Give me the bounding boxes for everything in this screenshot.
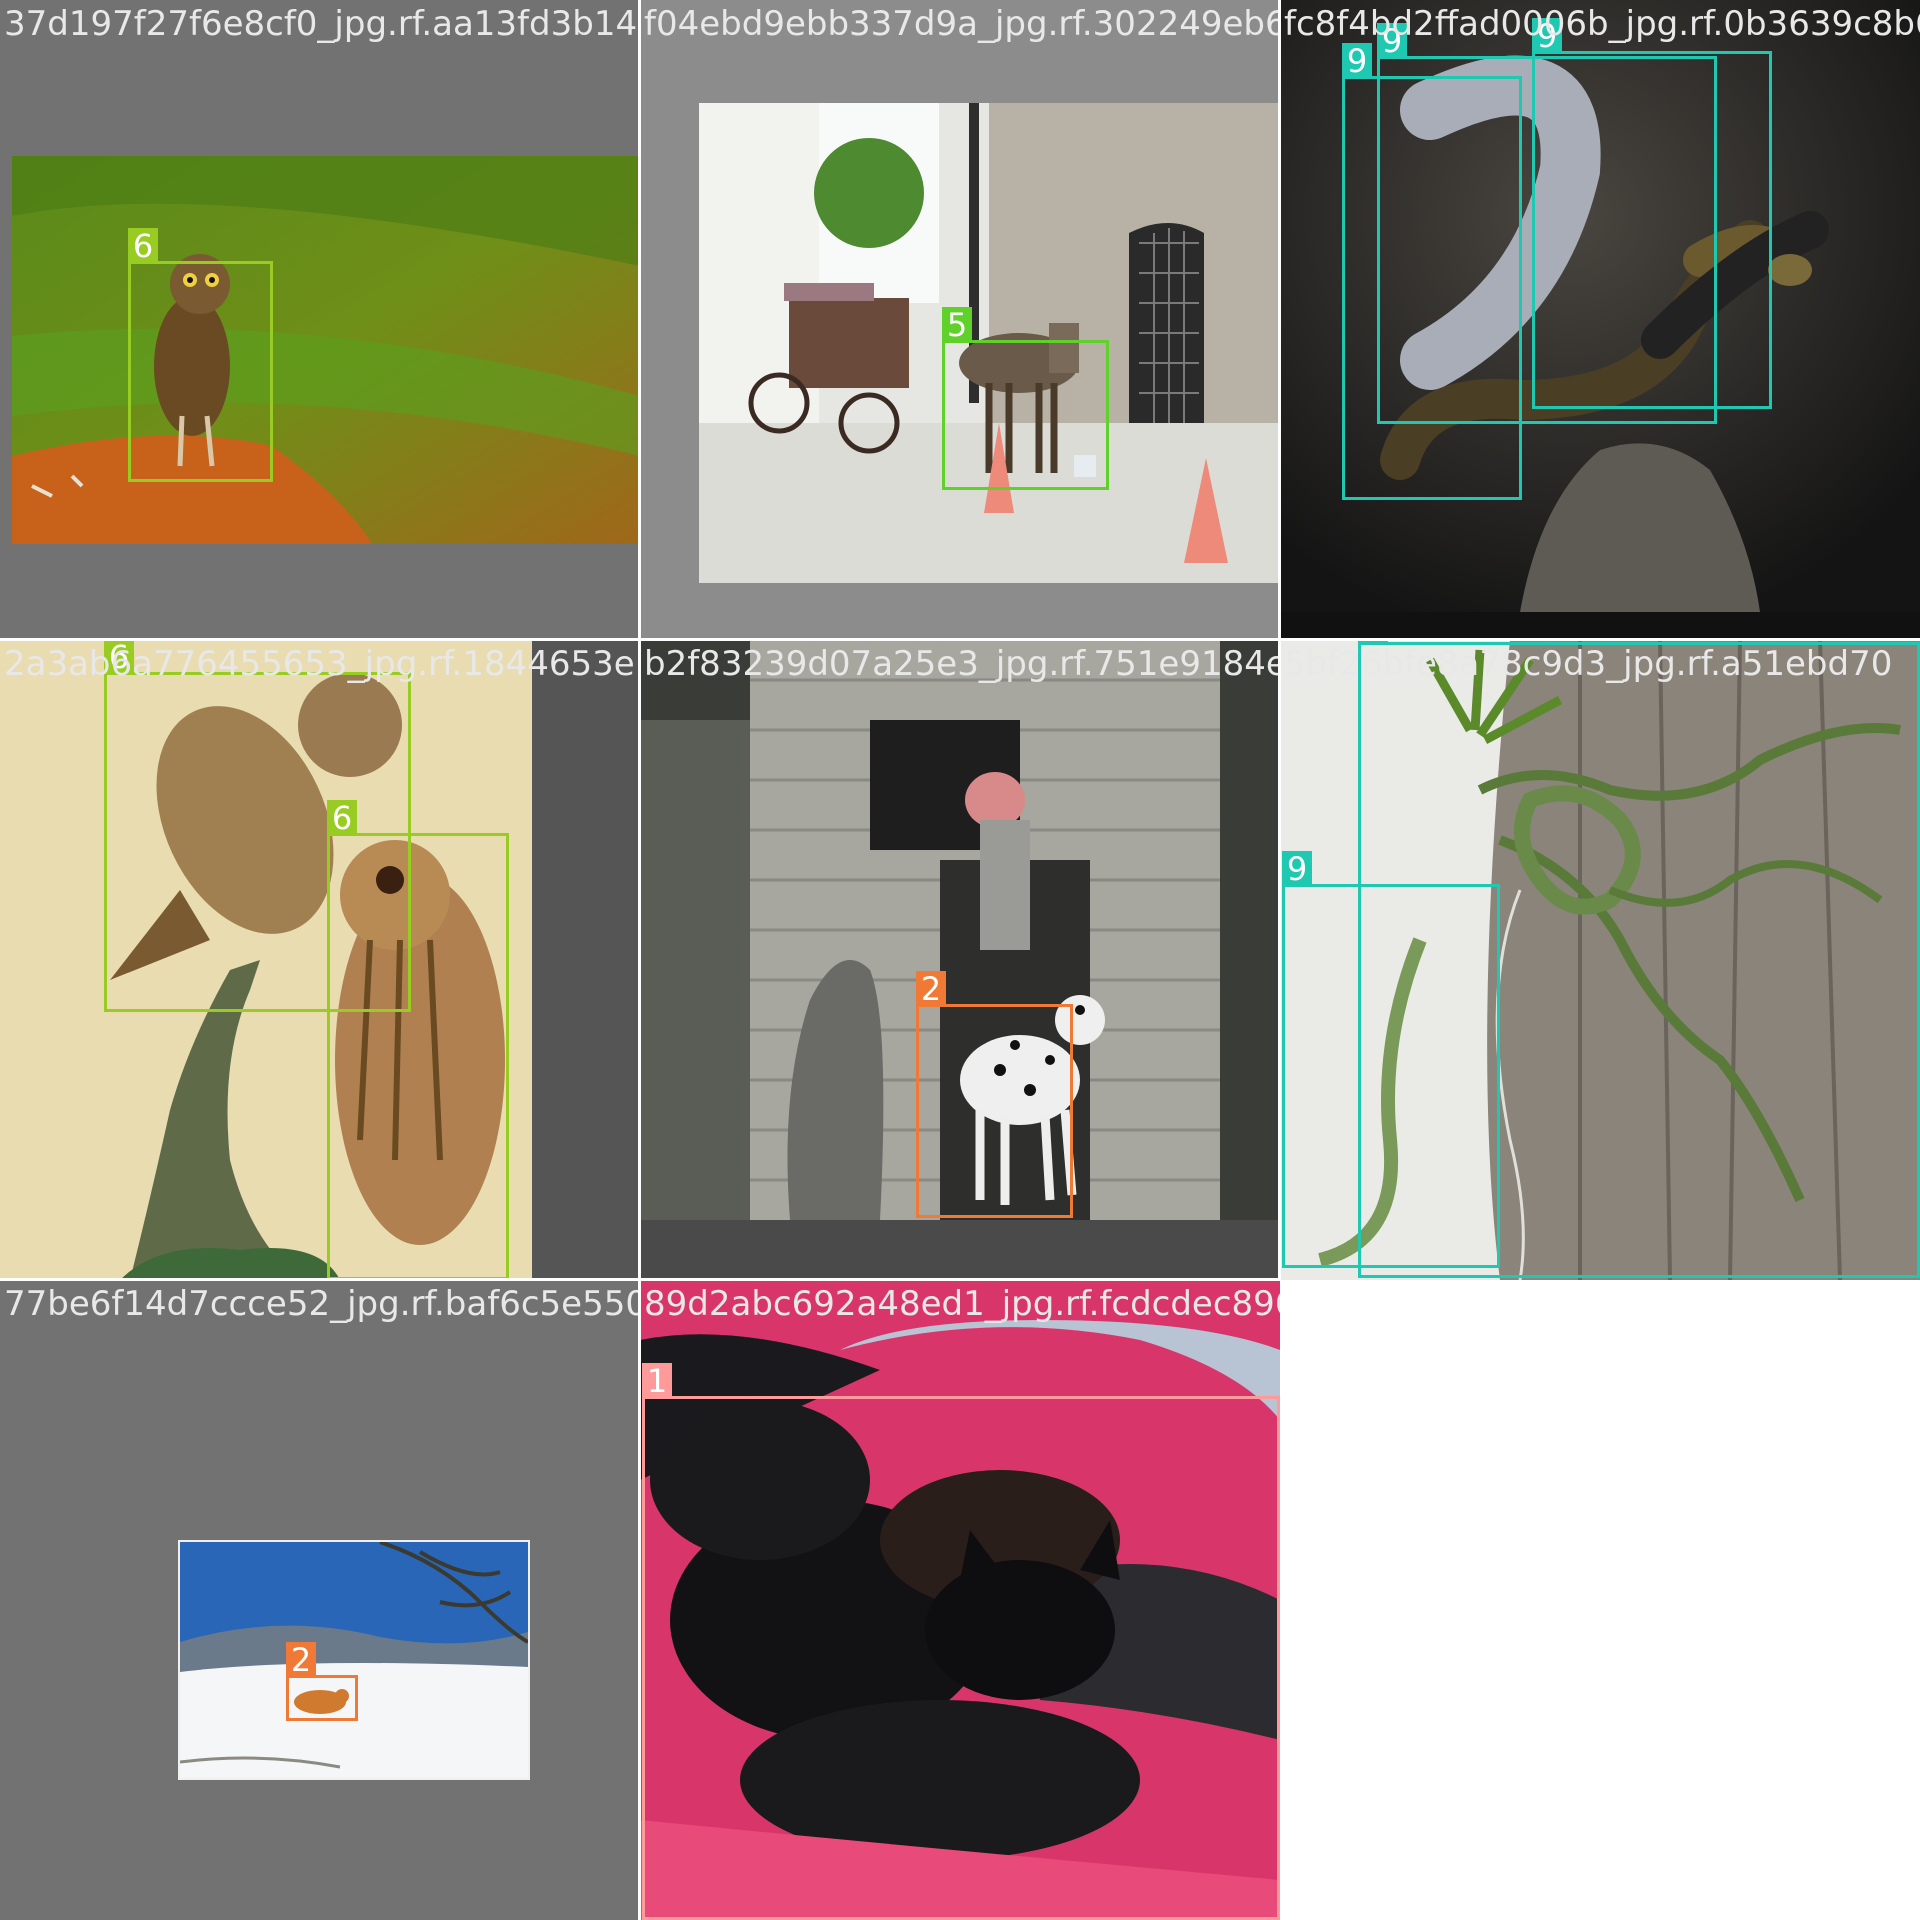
image-filename: 77be6f14d7ccce52_jpg.rf.baf6c5e550b99d2 [4,1284,640,1324]
fox-snow-photo [178,1540,530,1780]
image-filename: 2a3ab6a776455653_jpg.rf.1844653e1b208327… [4,644,640,684]
detection-box: 9 [1282,851,1500,1268]
detection-box: 5 [942,307,1109,490]
image-filename: 37d197f27f6e8cf0_jpg.rf.aa13fd3b14379492 [4,4,640,44]
image-filename: fc8f4bd2ffad0006b_jpg.rf.0b3639c8b68 [1284,4,1920,44]
detection-box: 1 [642,1363,1280,1920]
class-label-tag: 9 [1342,43,1372,79]
detection-mosaic: 6 37d197f27f6e8cf0_jpg.rf.aa13fd3b143794… [0,0,1920,1920]
tile-empty [1280,1280,1920,1920]
detection-box: 6 [128,228,273,482]
class-label-tag: 1 [642,1363,672,1399]
detection-box: 9 [1532,18,1772,409]
detection-box: 2 [916,971,1073,1218]
tile-black-cats: 1 89d2abc692a48ed1_jpg.rf.fcdcdec8962894… [640,1280,1280,1920]
tile-snakes-dark: 9 9 9 fc8f4bd2ffad0006b_jpg.rf.0b3639c8b… [1280,0,1920,640]
grid-line [638,0,641,1920]
class-label-tag: 6 [128,228,158,264]
class-label-tag: 6 [327,800,357,836]
class-label-tag: 9 [1282,851,1312,887]
detection-box: 6 [327,800,509,1280]
tile-dalmatian: 2 b2f83239d07a25e3_jpg.rf.751e9184e5012b… [640,640,1280,1280]
tile-owl-grass: 6 37d197f27f6e8cf0_jpg.rf.aa13fd3b143794… [0,0,640,640]
image-filename: f04ebd9ebb337d9a_jpg.rf.302249eb6fbd8f42… [644,4,1280,44]
detection-box: 2 [286,1642,358,1721]
tile-snakes-tree: 9 9 5bf26bfe8a78c9d3_jpg.rf.a51ebd70 [1280,640,1920,1280]
class-label-tag: 2 [286,1642,316,1678]
grid-line [0,638,1920,641]
tile-fox-snow: 2 77be6f14d7ccce52_jpg.rf.baf6c5e550b99d… [0,1280,640,1920]
class-label-tag: 5 [942,307,972,343]
image-filename: 5bf26bfe8a78c9d3_jpg.rf.a51ebd70 [1284,644,1893,684]
image-filename: 89d2abc692a48ed1_jpg.rf.fcdcdec89628940d [644,1284,1280,1324]
owl-grass-photo [12,156,640,544]
class-label-tag: 2 [916,971,946,1007]
tile-owl-illustration: 6 6 2a3ab6a776455653_jpg.rf.1844653e1b20… [0,640,640,1280]
tile-horse-carriage: 5 f04ebd9ebb337d9a_jpg.rf.302249eb6fbd8f… [640,0,1280,640]
grid-line [0,1278,1280,1281]
image-filename: b2f83239d07a25e3_jpg.rf.751e9184e5012b7e [644,644,1280,684]
